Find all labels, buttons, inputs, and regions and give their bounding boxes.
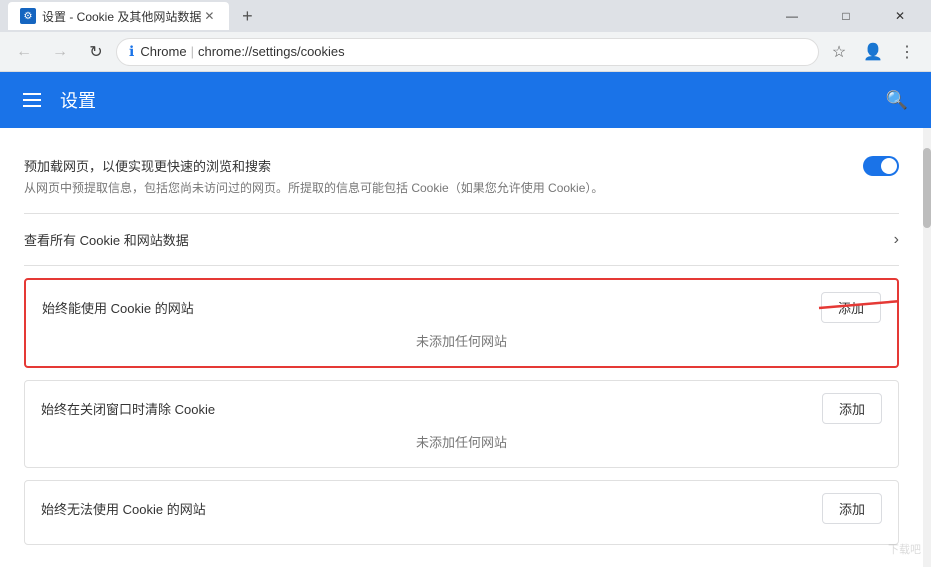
url-text: chrome://settings/cookies <box>198 44 345 59</box>
settings-header: 设置 🔍 <box>0 72 931 128</box>
preload-section: 预加载网页，以便实现更快速的浏览和搜索 从网页中预提取信息，包括您尚未访问过的网… <box>24 144 899 214</box>
chrome-label: Chrome <box>140 44 186 59</box>
hamburger-icon <box>23 93 41 107</box>
never-allow-title: 始终无法使用 Cookie 的网站 <box>41 499 206 518</box>
clear-on-close-empty-text: 未添加任何网站 <box>41 432 882 451</box>
clear-on-close-header: 始终在关闭窗口时清除 Cookie 添加 <box>41 393 882 424</box>
maximize-button[interactable]: □ <box>823 0 869 32</box>
addressbar: ← → ↻ ℹ Chrome | chrome://settings/cooki… <box>0 32 931 72</box>
main-content: 预加载网页，以便实现更快速的浏览和搜索 从网页中预提取信息，包括您尚未访问过的网… <box>0 128 923 567</box>
bookmark-button[interactable]: ☆ <box>823 36 855 68</box>
preload-toggle-row: 预加载网页，以便实现更快速的浏览和搜索 从网页中预提取信息，包括您尚未访问过的网… <box>24 156 899 197</box>
toolbar-icons: ☆ 👤 ⋮ <box>823 36 923 68</box>
never-allow-section: 始终无法使用 Cookie 的网站 添加 <box>24 480 899 545</box>
scrollbar-thumb[interactable] <box>923 148 931 228</box>
view-all-label: 查看所有 Cookie 和网站数据 <box>24 230 189 249</box>
always-allow-empty-text: 未添加任何网站 <box>42 331 881 350</box>
menu-button[interactable]: ⋮ <box>891 36 923 68</box>
window-controls: — □ ✕ <box>769 0 923 32</box>
view-all-cookies-row[interactable]: 查看所有 Cookie 和网站数据 › <box>24 214 899 266</box>
close-button[interactable]: ✕ <box>877 0 923 32</box>
tab-favicon: ⚙ <box>20 8 36 24</box>
new-tab-button[interactable]: + <box>233 2 261 30</box>
content-area: 预加载网页，以便实现更快速的浏览和搜索 从网页中预提取信息，包括您尚未访问过的网… <box>0 128 931 567</box>
preload-desc: 从网页中预提取信息，包括您尚未访问过的网页。所提取的信息可能包括 Cookie（… <box>24 179 603 197</box>
sections-wrapper: 始终能使用 Cookie 的网站 添加 未添加任何网站 始终在关闭窗口时清除 C… <box>24 278 899 545</box>
always-allow-section: 始终能使用 Cookie 的网站 添加 未添加任何网站 <box>24 278 899 368</box>
clear-on-close-add-button[interactable]: 添加 <box>822 393 882 424</box>
address-divider: | <box>191 44 194 59</box>
address-bar-input[interactable]: ℹ Chrome | chrome://settings/cookies <box>116 38 819 66</box>
tab-close-button[interactable]: ✕ <box>201 8 217 24</box>
titlebar: ⚙ 设置 - Cookie 及其他网站数据 ✕ + — □ ✕ <box>0 0 931 32</box>
scrollbar[interactable] <box>923 128 931 567</box>
hamburger-menu-button[interactable] <box>16 84 48 116</box>
always-allow-title: 始终能使用 Cookie 的网站 <box>42 298 194 317</box>
never-allow-header: 始终无法使用 Cookie 的网站 添加 <box>41 493 882 524</box>
forward-button[interactable]: → <box>44 36 76 68</box>
preload-title: 预加载网页，以便实现更快速的浏览和搜索 <box>24 156 603 175</box>
lock-icon: ℹ <box>129 43 134 60</box>
reload-button[interactable]: ↻ <box>80 36 112 68</box>
clear-on-close-section: 始终在关闭窗口时清除 Cookie 添加 未添加任何网站 <box>24 380 899 468</box>
active-tab[interactable]: ⚙ 设置 - Cookie 及其他网站数据 ✕ <box>8 2 229 30</box>
always-allow-add-button[interactable]: 添加 <box>821 292 881 323</box>
back-button[interactable]: ← <box>8 36 40 68</box>
preload-text: 预加载网页，以便实现更快速的浏览和搜索 从网页中预提取信息，包括您尚未访问过的网… <box>24 156 603 197</box>
clear-on-close-title: 始终在关闭窗口时清除 Cookie <box>41 399 215 418</box>
chevron-right-icon: › <box>894 231 899 249</box>
page-title: 设置 <box>60 87 879 113</box>
minimize-button[interactable]: — <box>769 0 815 32</box>
always-allow-header: 始终能使用 Cookie 的网站 添加 <box>42 292 881 323</box>
search-button[interactable]: 🔍 <box>879 82 915 118</box>
account-button[interactable]: 👤 <box>857 36 889 68</box>
never-allow-add-button[interactable]: 添加 <box>822 493 882 524</box>
tab-label: 设置 - Cookie 及其他网站数据 <box>42 8 201 25</box>
preload-toggle[interactable] <box>863 156 899 176</box>
